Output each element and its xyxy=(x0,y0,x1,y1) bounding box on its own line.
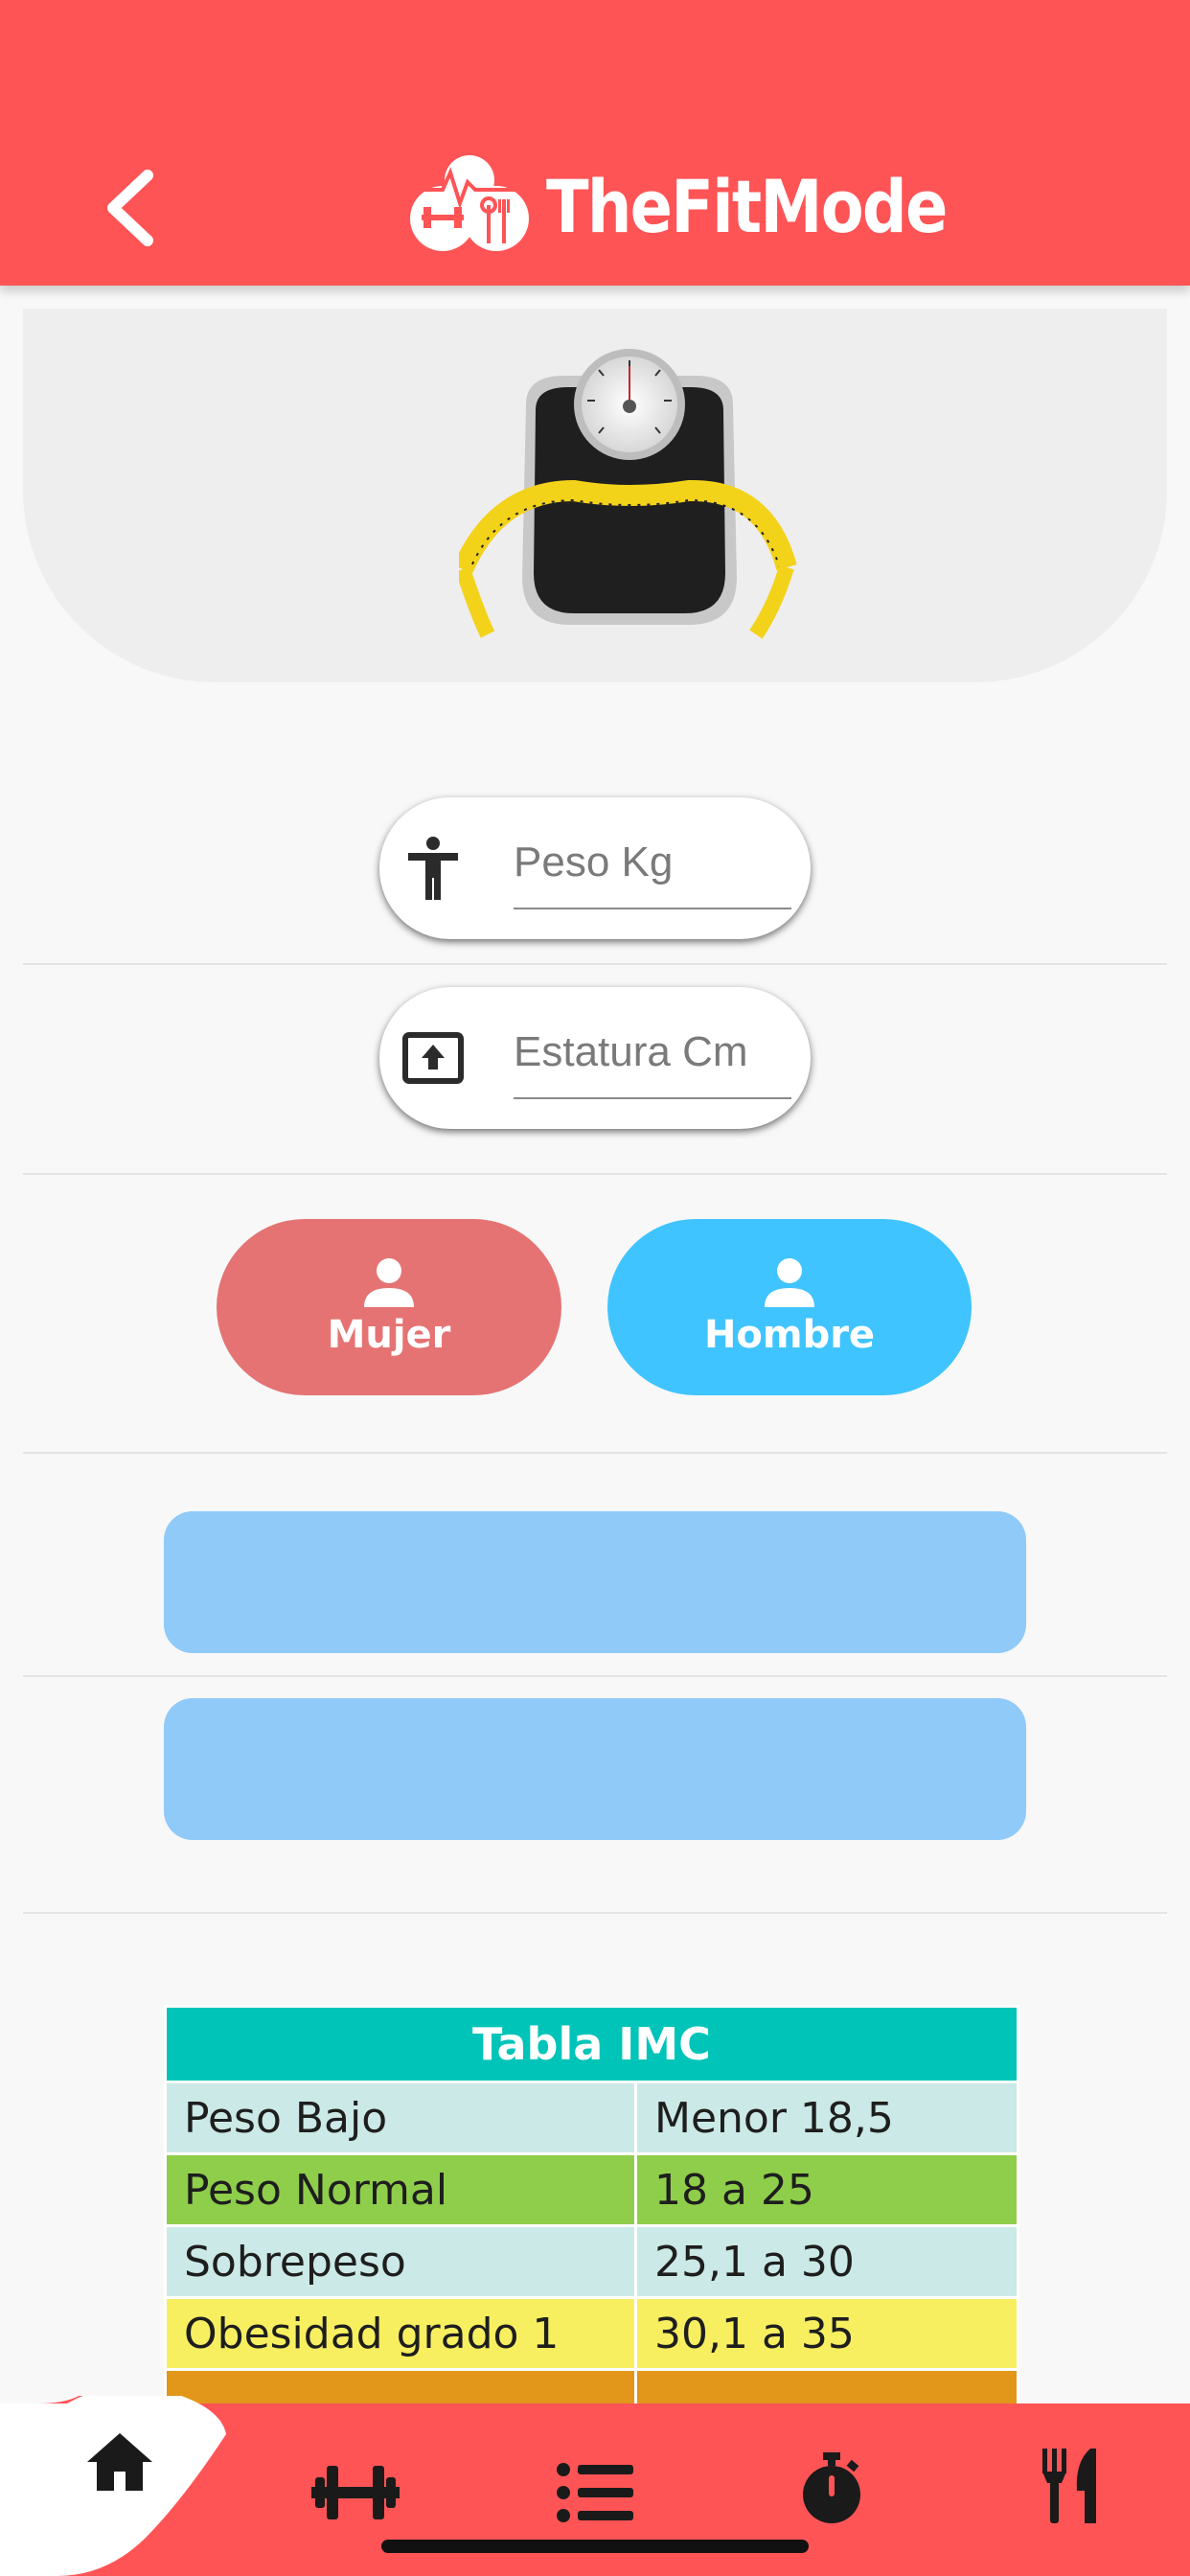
weight-field[interactable] xyxy=(379,797,811,939)
imc-range-cell: 30,1 a 35 xyxy=(634,2296,1019,2371)
male-button[interactable]: Hombre xyxy=(607,1219,972,1395)
table-row: Peso Bajo Menor 18,5 xyxy=(164,2081,1019,2155)
stopwatch-icon xyxy=(803,2452,860,2523)
home-icon xyxy=(87,2433,152,2491)
height-icon xyxy=(400,1025,466,1091)
imc-table: Tabla IMC Peso Bajo Menor 18,5 Peso Norm… xyxy=(164,2005,1019,2443)
fork-knife-icon xyxy=(1042,2449,1096,2523)
male-button-label: Hombre xyxy=(703,1313,876,1357)
person-icon xyxy=(364,1258,414,1307)
imc-category-cell: Sobrepeso xyxy=(164,2224,637,2299)
person-icon xyxy=(765,1258,814,1307)
imc-range-cell: Menor 18,5 xyxy=(634,2081,1019,2155)
person-standing-icon xyxy=(400,836,466,901)
chevron-left-icon xyxy=(107,170,153,246)
height-field[interactable] xyxy=(379,987,811,1129)
divider xyxy=(23,1912,1167,1914)
weight-input-underline xyxy=(514,908,791,909)
imc-result-display xyxy=(164,1511,1026,1653)
divider xyxy=(23,1675,1167,1677)
nav-list[interactable] xyxy=(533,2440,657,2545)
app-header: TheFitMode xyxy=(0,0,1190,286)
imc-range-cell: 25,1 a 30 xyxy=(634,2224,1019,2299)
nav-nutrition[interactable] xyxy=(1008,2434,1133,2540)
nav-workouts[interactable] xyxy=(293,2440,418,2545)
bathroom-scale-image xyxy=(459,349,797,639)
app-logo: TheFitMode xyxy=(410,153,948,259)
app-title: TheFitMode xyxy=(546,163,948,249)
imc-range-cell: 18 a 25 xyxy=(634,2152,1019,2227)
nav-home[interactable] xyxy=(57,2409,182,2515)
divider xyxy=(23,963,1167,965)
table-row: Sobrepeso 25,1 a 30 xyxy=(164,2224,1019,2299)
female-button-label: Mujer xyxy=(327,1313,451,1357)
divider xyxy=(23,1173,1167,1175)
table-row: Peso Normal 18 a 25 xyxy=(164,2152,1019,2227)
hero-card xyxy=(23,309,1167,682)
home-indicator xyxy=(381,2540,809,2553)
female-button[interactable]: Mujer xyxy=(217,1219,561,1395)
height-input[interactable] xyxy=(514,1014,791,1091)
back-button[interactable] xyxy=(92,163,169,253)
fitness-logo-icon xyxy=(410,153,542,259)
imc-table-title: Tabla IMC xyxy=(164,2005,1019,2083)
imc-category-cell: Peso Bajo xyxy=(164,2081,637,2155)
weight-input[interactable] xyxy=(514,824,791,901)
height-input-underline xyxy=(514,1097,791,1099)
table-row: Obesidad grado 1 30,1 a 35 xyxy=(164,2296,1019,2371)
imc-category-cell: Peso Normal xyxy=(164,2152,637,2227)
list-icon xyxy=(557,2463,633,2522)
divider xyxy=(23,1452,1167,1454)
nav-timer[interactable] xyxy=(769,2436,894,2542)
imc-category-cell: Obesidad grado 1 xyxy=(164,2296,637,2371)
dumbbell-icon xyxy=(311,2466,400,2519)
imc-category-display xyxy=(164,1698,1026,1840)
bottom-navigation xyxy=(0,2396,1190,2576)
